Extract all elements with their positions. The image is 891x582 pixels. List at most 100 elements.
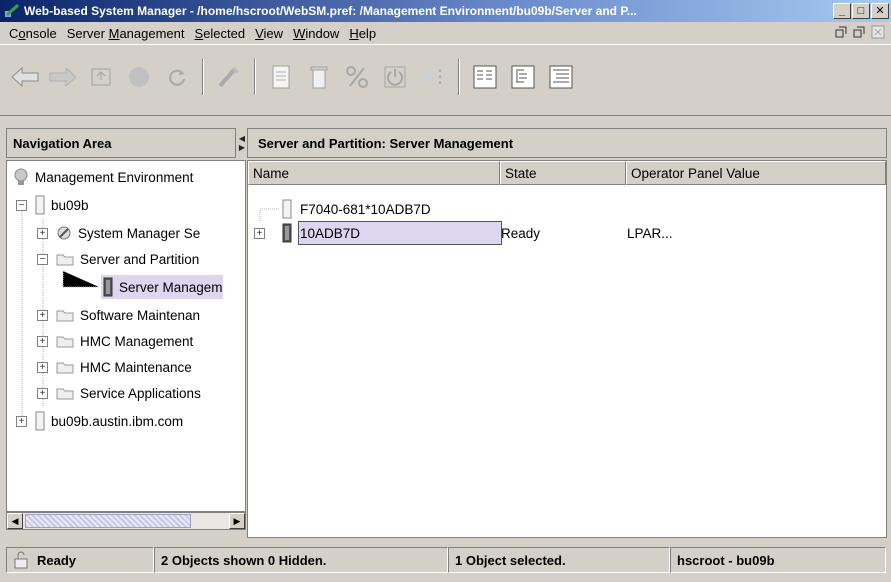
- large-icons-button[interactable]: [468, 58, 502, 96]
- tree-view-icon: [511, 65, 535, 89]
- collapse-toggle[interactable]: −: [37, 253, 48, 265]
- restore-child-icon[interactable]: [835, 25, 849, 39]
- tree-node-server-management[interactable]: Server Managem: [101, 275, 223, 299]
- content-table: Name State Operator Panel Value F7040-68…: [247, 160, 887, 538]
- tree-node-label: System Manager Se: [78, 225, 201, 241]
- management-environment-icon: [14, 168, 28, 185]
- tree-node-label: Server Managem: [119, 279, 223, 295]
- folder-icon: [56, 310, 74, 322]
- properties-icon: [272, 65, 290, 89]
- window-title: Web-based System Manager - /home/hscroot…: [24, 4, 637, 18]
- tree-node-system-manager[interactable]: + System Manager Se: [37, 221, 200, 245]
- run-icon: [423, 68, 441, 86]
- up-level-button[interactable]: [84, 58, 118, 96]
- status-ready: Ready: [6, 547, 154, 573]
- expand-toggle[interactable]: +: [37, 227, 48, 239]
- expand-toggle[interactable]: +: [16, 415, 27, 427]
- status-user: hscroot - bu09b: [670, 547, 886, 573]
- menu-window[interactable]: Window: [288, 26, 344, 41]
- close-child-icon[interactable]: [871, 25, 885, 39]
- server-icon: [35, 195, 45, 215]
- server-icon: [35, 411, 45, 431]
- tree-node-server-and-partition[interactable]: − Server and Partition: [37, 247, 199, 271]
- tree-node-label: Management Environment: [35, 169, 194, 185]
- large-icons-icon: [473, 65, 497, 89]
- close-button[interactable]: ✕: [871, 3, 889, 19]
- tree-node-hmc-maintenance[interactable]: + HMC Maintenance: [37, 355, 192, 379]
- content-header: Server and Partition: Server Management: [247, 128, 887, 158]
- expand-toggle[interactable]: +: [37, 361, 48, 373]
- up-level-icon: [91, 68, 111, 86]
- menu-console[interactable]: Console: [4, 26, 62, 41]
- navigation-area-header: Navigation Area: [6, 128, 236, 158]
- details-view-button[interactable]: [544, 58, 578, 96]
- menu-view[interactable]: View: [250, 26, 288, 41]
- tree-node-service-applications[interactable]: + Service Applications: [37, 381, 201, 405]
- tree-node-label: bu09b.austin.ibm.com: [51, 413, 184, 429]
- table-row[interactable]: + 10ADB7D Ready LPAR...: [248, 221, 886, 245]
- tree-node-label: Server and Partition: [80, 251, 200, 267]
- menu-selected[interactable]: Selected: [190, 26, 251, 41]
- refresh-button[interactable]: [160, 58, 194, 96]
- expand-toggle[interactable]: +: [37, 309, 48, 321]
- power-icon: [384, 66, 406, 88]
- expand-toggle[interactable]: +: [37, 387, 48, 399]
- tree-node-label: Software Maintenan: [80, 307, 201, 323]
- tree-node-management-environment[interactable]: Management Environment: [13, 165, 193, 189]
- tree-node-hmc-management[interactable]: + HMC Management: [37, 329, 193, 353]
- table-row[interactable]: F7040-681*10ADB7D: [248, 197, 886, 221]
- menu-bar: Console Server Management Selected View …: [0, 22, 891, 44]
- websm-app-icon: [5, 3, 20, 17]
- folder-icon: [56, 336, 74, 348]
- tile-child-icon[interactable]: [853, 25, 867, 39]
- folder-icon: [56, 388, 74, 400]
- tree-node-label: HMC Maintenance: [80, 359, 192, 375]
- find-button[interactable]: [212, 58, 246, 96]
- run-button[interactable]: [416, 58, 450, 96]
- nav-horizontal-scrollbar[interactable]: ◀ ▶: [6, 512, 246, 530]
- column-header-name[interactable]: Name: [248, 161, 500, 185]
- menu-server-management[interactable]: Server Management: [62, 26, 190, 41]
- tree-node-label: Service Applications: [80, 385, 201, 401]
- column-header-operator-panel[interactable]: Operator Panel Value: [626, 161, 886, 185]
- details-view-icon: [549, 65, 573, 89]
- collapse-toggle[interactable]: −: [16, 199, 27, 211]
- tree-node-bu09b-austin[interactable]: + bu09b.austin.ibm.com: [16, 409, 183, 433]
- forward-button[interactable]: [46, 58, 80, 96]
- splitter-handle[interactable]: ◀ ▶: [238, 128, 246, 158]
- toolbar-separator: [202, 59, 204, 95]
- percent-button[interactable]: [340, 58, 374, 96]
- power-button[interactable]: [378, 58, 412, 96]
- server-tower-icon: [103, 277, 113, 297]
- tree-node-label: HMC Management: [80, 333, 194, 349]
- find-icon: [218, 66, 240, 88]
- scrollbar-thumb[interactable]: [25, 514, 191, 528]
- folder-icon: [56, 362, 74, 374]
- properties-button[interactable]: [264, 58, 298, 96]
- menu-help[interactable]: Help: [344, 26, 381, 41]
- back-button[interactable]: [8, 58, 42, 96]
- toolbar-separator: [458, 59, 460, 95]
- maximize-button[interactable]: □: [852, 3, 870, 19]
- scroll-right-arrow-icon[interactable]: ▶: [229, 513, 245, 529]
- scroll-left-arrow-icon[interactable]: ◀: [7, 513, 23, 529]
- delete-button[interactable]: [302, 58, 336, 96]
- lock-icon: [14, 551, 28, 569]
- folder-icon: [56, 254, 74, 266]
- status-objects-shown: 2 Objects shown 0 Hidden.: [154, 547, 448, 573]
- tree-view-button[interactable]: [506, 58, 540, 96]
- status-ready-label: Ready: [37, 552, 77, 568]
- forward-arrow-icon: [49, 66, 77, 88]
- minimize-button[interactable]: _: [833, 3, 851, 19]
- server-tower-icon: [282, 223, 292, 243]
- stop-icon: [129, 67, 149, 87]
- back-arrow-icon: [11, 66, 39, 88]
- expand-toggle[interactable]: +: [254, 227, 265, 239]
- managed-system-icon: [282, 199, 292, 219]
- title-bar[interactable]: Web-based System Manager - /home/hscroot…: [0, 0, 891, 22]
- tree-node-software-maintenance[interactable]: + Software Maintenan: [37, 303, 200, 327]
- column-header-state[interactable]: State: [500, 161, 626, 185]
- expand-toggle[interactable]: +: [37, 335, 48, 347]
- tree-node-bu09b[interactable]: − bu09b: [16, 193, 89, 217]
- stop-button[interactable]: [122, 58, 156, 96]
